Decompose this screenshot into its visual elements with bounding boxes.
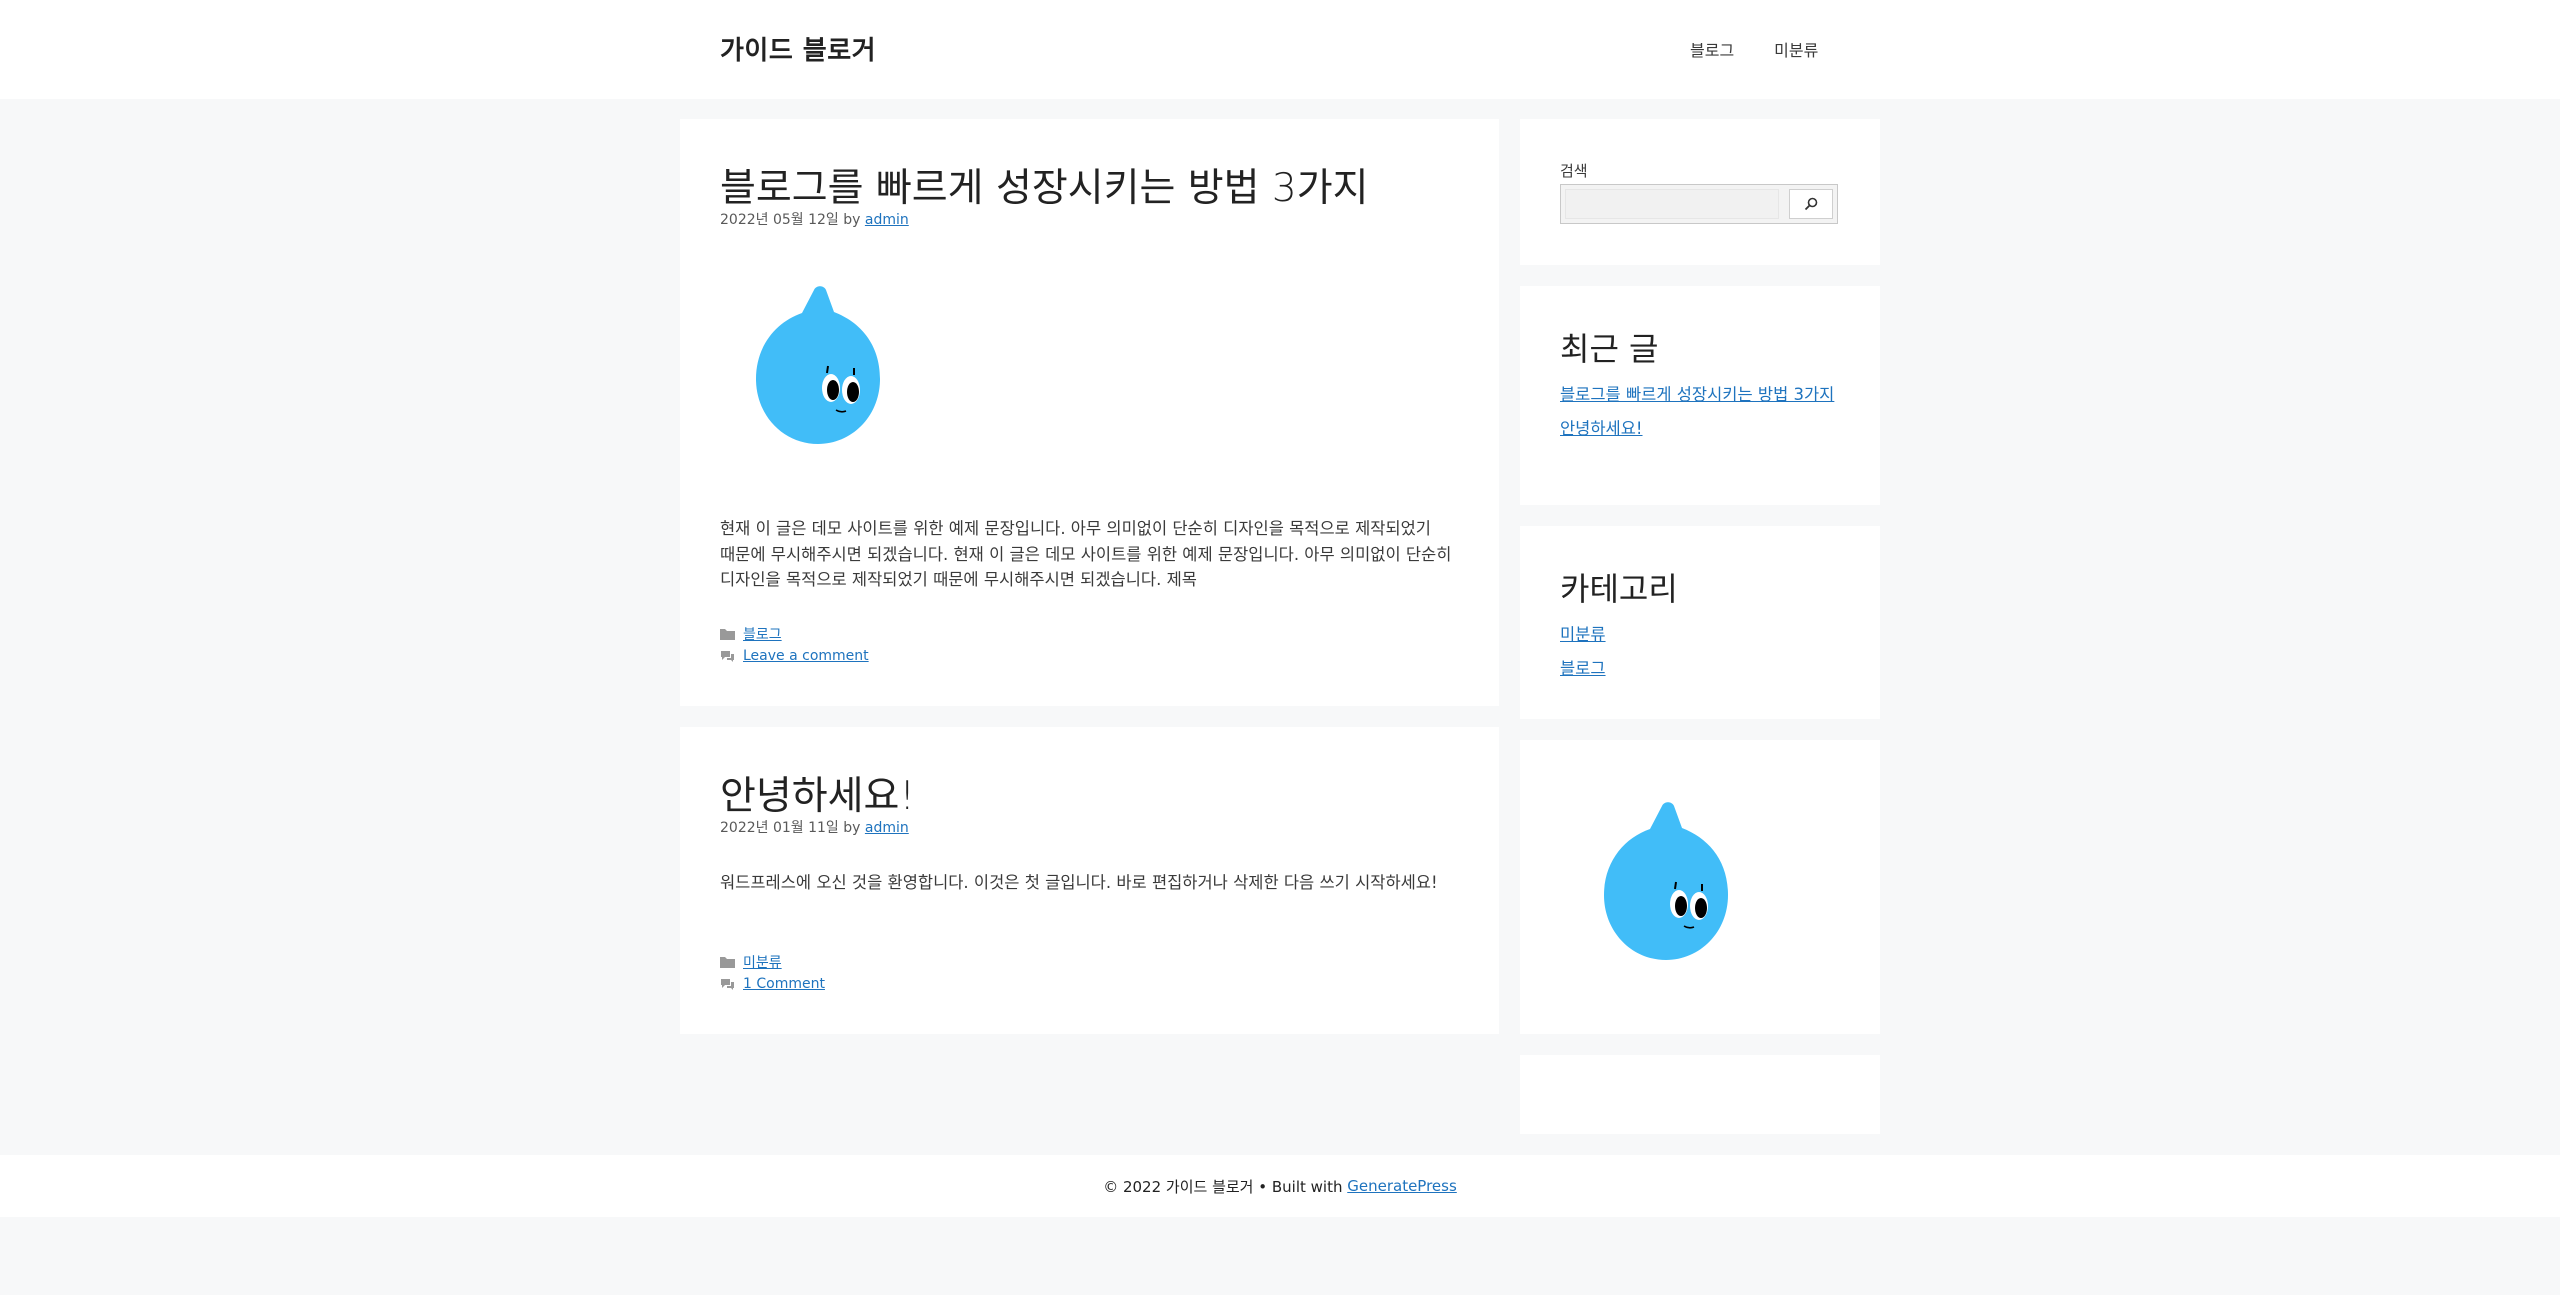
search-widget: 검색 [1520, 119, 1880, 265]
folder-icon [720, 957, 735, 968]
post-meta: 2022년 01월 11일 by admin [720, 817, 909, 837]
post-category-link[interactable]: 블로그 [743, 624, 782, 644]
search-icon [1804, 197, 1818, 211]
post-by: by [843, 820, 861, 836]
search-button[interactable] [1789, 189, 1833, 219]
post-author-link[interactable]: admin [865, 820, 909, 836]
mascot-image [756, 286, 880, 444]
post-comments-link[interactable]: 1 Comment [743, 976, 825, 992]
search-input[interactable] [1565, 189, 1779, 219]
post-title[interactable]: 안녕하세요! [720, 765, 915, 821]
empty-widget [1520, 1055, 1880, 1134]
site-footer: © 2022 가이드 블로거 • Built with GeneratePres… [0, 1155, 2560, 1217]
post-date[interactable]: 2022년 05월 12일 [720, 212, 839, 228]
folder-icon [720, 629, 735, 640]
search-form [1560, 184, 1838, 224]
category-link[interactable]: 미분류 [1560, 622, 1850, 647]
generatepress-link[interactable]: GeneratePress [1347, 1177, 1457, 1195]
search-label: 검색 [1560, 162, 1588, 180]
recent-posts-list: 블로그를 빠르게 성장시키는 방법 3가지 안녕하세요! [1560, 382, 1850, 450]
post-card: 안녕하세요! 2022년 01월 11일 by admin 워드프레스에 오신 … [680, 727, 1499, 1034]
nav-item-blog[interactable]: 블로그 [1690, 37, 1734, 61]
post-excerpt: 현재 이 글은 데모 사이트를 위한 예제 문장입니다. 아무 의미없이 단순히… [720, 519, 1452, 589]
post-footer-meta: 미분류 1 Comment [720, 951, 825, 995]
main-navigation: 블로그 미분류 [1690, 37, 1818, 61]
post-card: 블로그를 빠르게 성장시키는 방법 3가지 2022년 05월 12일 by a… [680, 119, 1499, 706]
post-footer-meta: 블로그 Leave a comment [720, 623, 869, 667]
widget-title: 최근 글 [1560, 330, 1659, 368]
nav-item-uncategorized[interactable]: 미분류 [1774, 37, 1818, 61]
recent-posts-widget: 최근 글 블로그를 빠르게 성장시키는 방법 3가지 안녕하세요! [1520, 286, 1880, 505]
comments-icon [721, 979, 734, 990]
mascot-image [1604, 802, 1728, 960]
post-excerpt: 워드프레스에 오신 것을 환영합니다. 이것은 첫 글입니다. 바로 편집하거나… [720, 873, 1438, 892]
post-comments-link[interactable]: Leave a comment [743, 648, 869, 664]
site-header: 가이드 블로거 블로그 미분류 [0, 0, 2560, 99]
post-author-link[interactable]: admin [865, 212, 909, 228]
category-link[interactable]: 블로그 [1560, 656, 1850, 681]
widget-title: 카테고리 [1560, 570, 1678, 608]
categories-list: 미분류 블로그 [1560, 622, 1850, 690]
recent-post-link[interactable]: 블로그를 빠르게 성장시키는 방법 3가지 [1560, 382, 1850, 407]
image-widget [1520, 740, 1880, 1034]
post-by: by [843, 212, 861, 228]
site-title[interactable]: 가이드 블로거 [720, 30, 876, 67]
post-title[interactable]: 블로그를 빠르게 성장시키는 방법 3가지 [720, 157, 1368, 213]
comments-icon [721, 651, 734, 662]
recent-post-link[interactable]: 안녕하세요! [1560, 416, 1850, 441]
post-date[interactable]: 2022년 01월 11일 [720, 820, 839, 836]
categories-widget: 카테고리 미분류 블로그 [1520, 526, 1880, 719]
copyright-text: © 2022 가이드 블로거 • Built with [1103, 1177, 1343, 1196]
post-meta: 2022년 05월 12일 by admin [720, 209, 909, 229]
post-category-link[interactable]: 미분류 [743, 952, 782, 972]
